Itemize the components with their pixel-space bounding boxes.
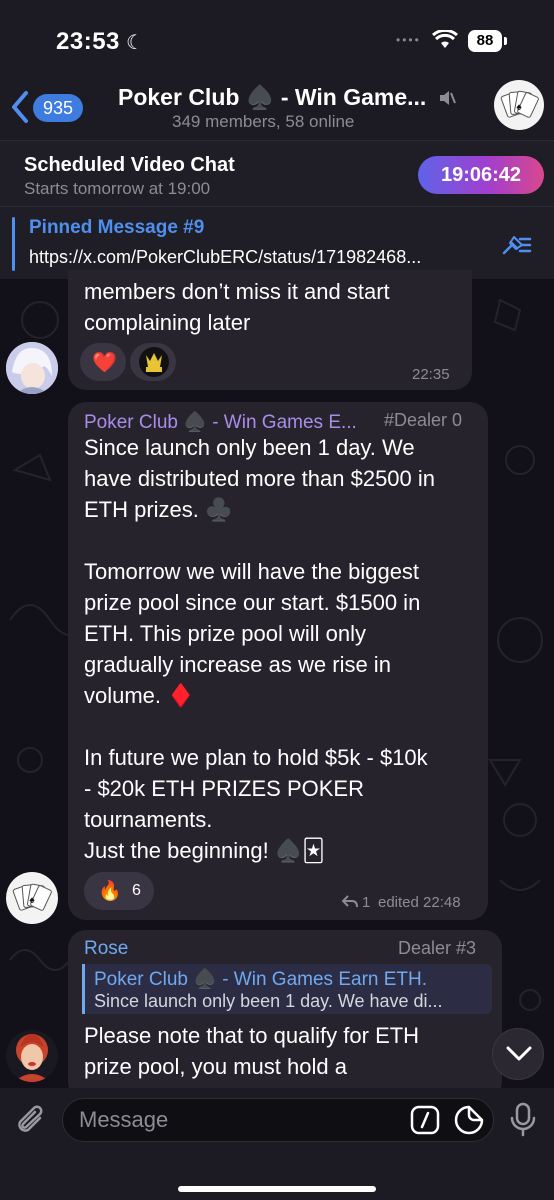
- reply-count[interactable]: 1: [362, 894, 370, 911]
- muted-icon: [440, 91, 456, 105]
- playing-cards-icon: ♠: [500, 90, 539, 118]
- bot-commands-icon[interactable]: [410, 1105, 440, 1135]
- scroll-to-bottom-button[interactable]: [492, 1028, 544, 1080]
- reaction-count: 6: [132, 882, 141, 899]
- paperclip-icon[interactable]: [14, 1102, 48, 1138]
- anime-avatar-icon: [6, 342, 58, 394]
- video-chat-start-time: Starts tomorrow at 19:00: [24, 179, 211, 198]
- poker-sticker-icon: [139, 347, 169, 377]
- message-bubble[interactable]: Poker Club ♠️ - Win Games E... #Dealer 0…: [68, 402, 488, 920]
- message-text: Since launch only been 1 day. We have di…: [84, 435, 436, 863]
- video-chat-countdown[interactable]: 19:06:42: [418, 156, 544, 194]
- svg-text:♠: ♠: [516, 102, 522, 113]
- message-composer: [0, 1088, 554, 1200]
- message-bubble[interactable]: members don’t miss it and start complain…: [68, 270, 472, 390]
- heart-emoji: ❤️: [92, 352, 117, 374]
- message-time: 22:35: [412, 366, 450, 383]
- chat-member-count: 349 members, 58 online: [172, 112, 355, 131]
- video-chat-title: Scheduled Video Chat: [24, 154, 235, 176]
- group-avatar[interactable]: ♠: [494, 80, 544, 130]
- pinned-indicator: [12, 217, 15, 271]
- clock: 23:53: [56, 28, 120, 55]
- wifi-icon: [432, 30, 458, 48]
- home-indicator: [178, 1186, 376, 1192]
- reply-preview[interactable]: Poker Club ♠️ - Win Games Earn ETH. Sinc…: [82, 964, 492, 1014]
- sender-avatar[interactable]: ♠: [6, 872, 58, 924]
- battery-indicator: 88: [468, 30, 502, 52]
- pinned-list-icon[interactable]: [502, 233, 532, 257]
- pinned-message-bar[interactable]: Pinned Message #9 https://x.com/PokerClu…: [0, 206, 554, 279]
- status-bar: 23:53 ☾ •••• 88: [0, 0, 554, 74]
- do-not-disturb-icon: ☾: [126, 32, 144, 54]
- unread-count-badge[interactable]: 935: [33, 94, 84, 122]
- playing-cards-icon: ♠: [12, 883, 52, 911]
- message-text: Please note that to qualify for ETH priz…: [84, 1023, 420, 1079]
- cellular-signal-icon: ••••: [396, 33, 421, 47]
- message-sender[interactable]: Rose: [84, 938, 128, 960]
- back-chevron-icon[interactable]: [10, 90, 30, 124]
- message-sender-tag: Dealer #3: [398, 938, 477, 958]
- fire-emoji: 🔥: [98, 881, 122, 902]
- reply-arrow-icon: [342, 895, 358, 908]
- message-sender-tag: #Dealer 0: [384, 410, 463, 430]
- message-edited-time: edited 22:48: [378, 894, 461, 911]
- svg-text:♠: ♠: [29, 895, 35, 906]
- message-bubble[interactable]: Rose Dealer #3 Poker Club ♠️ - Win Games…: [68, 930, 502, 1100]
- red-hair-avatar-icon: [6, 1030, 58, 1082]
- reaction-fire[interactable]: 🔥 6: [84, 872, 154, 910]
- sender-avatar[interactable]: [6, 342, 58, 394]
- reaction-sticker[interactable]: [130, 343, 176, 381]
- battery-cap: [504, 37, 507, 45]
- reply-indicator: [82, 964, 85, 1014]
- reply-title: Poker Club ♠️ - Win Games Earn ETH.: [94, 969, 428, 990]
- chat-title[interactable]: Poker Club ♠️ - Win Game...: [118, 84, 426, 111]
- pinned-message-text: https://x.com/PokerClubERC/status/171982…: [29, 247, 422, 267]
- sender-avatar[interactable]: [6, 1030, 58, 1082]
- microphone-icon[interactable]: [510, 1102, 536, 1138]
- chevron-down-icon: [506, 1046, 532, 1061]
- pinned-message-title: Pinned Message #9: [29, 217, 205, 238]
- reply-text: Since launch only been 1 day. We have di…: [94, 991, 443, 1011]
- sticker-icon[interactable]: [454, 1105, 484, 1135]
- message-text: members don’t miss it and start complain…: [84, 279, 390, 335]
- chat-header: 935 Poker Club ♠️ - Win Game... 349 memb…: [0, 74, 554, 140]
- message-sender[interactable]: Poker Club ♠️ - Win Games E...: [84, 410, 357, 434]
- reaction-heart[interactable]: ❤️: [80, 343, 126, 381]
- scheduled-video-chat-bar[interactable]: Scheduled Video Chat Starts tomorrow at …: [0, 140, 554, 207]
